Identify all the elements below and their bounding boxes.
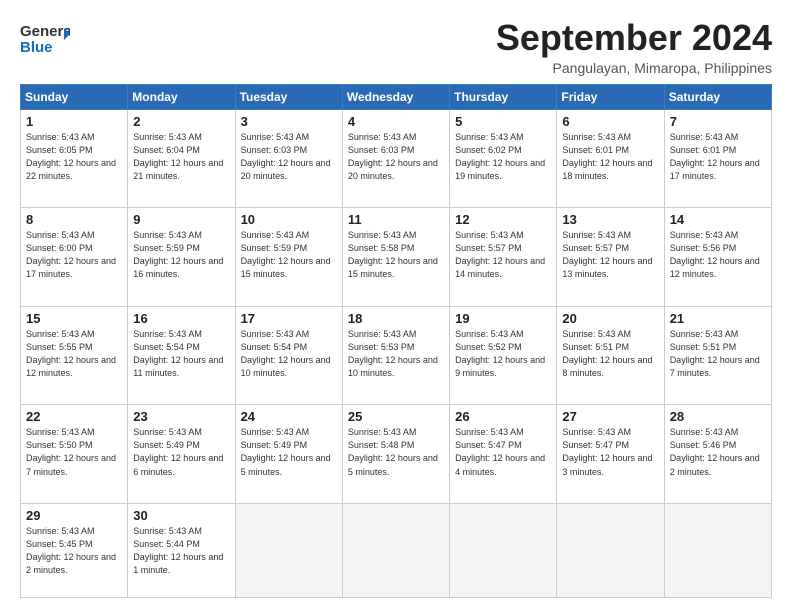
calendar-header-row: Sunday Monday Tuesday Wednesday Thursday… xyxy=(21,84,772,109)
logo-icon: General Blue xyxy=(20,18,70,58)
location-subtitle: Pangulayan, Mimaropa, Philippines xyxy=(496,60,772,76)
col-thursday: Thursday xyxy=(450,84,557,109)
table-row xyxy=(235,503,342,597)
table-row: 1Sunrise: 5:43 AMSunset: 6:05 PMDaylight… xyxy=(21,109,128,208)
table-row: 11Sunrise: 5:43 AMSunset: 5:58 PMDayligh… xyxy=(342,208,449,307)
table-row: 12Sunrise: 5:43 AMSunset: 5:57 PMDayligh… xyxy=(450,208,557,307)
table-row: 29Sunrise: 5:43 AMSunset: 5:45 PMDayligh… xyxy=(21,503,128,597)
col-wednesday: Wednesday xyxy=(342,84,449,109)
table-row: 18Sunrise: 5:43 AMSunset: 5:53 PMDayligh… xyxy=(342,306,449,405)
title-block: September 2024 Pangulayan, Mimaropa, Phi… xyxy=(496,18,772,76)
table-row: 2Sunrise: 5:43 AMSunset: 6:04 PMDaylight… xyxy=(128,109,235,208)
col-saturday: Saturday xyxy=(664,84,771,109)
svg-text:General: General xyxy=(20,23,70,40)
table-row: 22Sunrise: 5:43 AMSunset: 5:50 PMDayligh… xyxy=(21,405,128,504)
table-row: 3Sunrise: 5:43 AMSunset: 6:03 PMDaylight… xyxy=(235,109,342,208)
table-row: 14Sunrise: 5:43 AMSunset: 5:56 PMDayligh… xyxy=(664,208,771,307)
table-row: 4Sunrise: 5:43 AMSunset: 6:03 PMDaylight… xyxy=(342,109,449,208)
table-row: 13Sunrise: 5:43 AMSunset: 5:57 PMDayligh… xyxy=(557,208,664,307)
table-row: 6Sunrise: 5:43 AMSunset: 6:01 PMDaylight… xyxy=(557,109,664,208)
col-tuesday: Tuesday xyxy=(235,84,342,109)
table-row: 24Sunrise: 5:43 AMSunset: 5:49 PMDayligh… xyxy=(235,405,342,504)
table-row xyxy=(342,503,449,597)
table-row: 23Sunrise: 5:43 AMSunset: 5:49 PMDayligh… xyxy=(128,405,235,504)
month-title: September 2024 xyxy=(496,18,772,58)
table-row: 21Sunrise: 5:43 AMSunset: 5:51 PMDayligh… xyxy=(664,306,771,405)
col-sunday: Sunday xyxy=(21,84,128,109)
table-row: 9Sunrise: 5:43 AMSunset: 5:59 PMDaylight… xyxy=(128,208,235,307)
table-row: 30Sunrise: 5:43 AMSunset: 5:44 PMDayligh… xyxy=(128,503,235,597)
table-row: 20Sunrise: 5:43 AMSunset: 5:51 PMDayligh… xyxy=(557,306,664,405)
col-friday: Friday xyxy=(557,84,664,109)
table-row: 16Sunrise: 5:43 AMSunset: 5:54 PMDayligh… xyxy=(128,306,235,405)
table-row xyxy=(450,503,557,597)
header: General Blue September 2024 Pangulayan, … xyxy=(20,18,772,76)
table-row: 8Sunrise: 5:43 AMSunset: 6:00 PMDaylight… xyxy=(21,208,128,307)
table-row: 7Sunrise: 5:43 AMSunset: 6:01 PMDaylight… xyxy=(664,109,771,208)
table-row: 28Sunrise: 5:43 AMSunset: 5:46 PMDayligh… xyxy=(664,405,771,504)
table-row: 19Sunrise: 5:43 AMSunset: 5:52 PMDayligh… xyxy=(450,306,557,405)
page: General Blue September 2024 Pangulayan, … xyxy=(0,0,792,612)
table-row xyxy=(664,503,771,597)
table-row: 17Sunrise: 5:43 AMSunset: 5:54 PMDayligh… xyxy=(235,306,342,405)
table-row: 15Sunrise: 5:43 AMSunset: 5:55 PMDayligh… xyxy=(21,306,128,405)
table-row: 26Sunrise: 5:43 AMSunset: 5:47 PMDayligh… xyxy=(450,405,557,504)
logo: General Blue xyxy=(20,18,70,63)
col-monday: Monday xyxy=(128,84,235,109)
table-row: 5Sunrise: 5:43 AMSunset: 6:02 PMDaylight… xyxy=(450,109,557,208)
table-row: 10Sunrise: 5:43 AMSunset: 5:59 PMDayligh… xyxy=(235,208,342,307)
calendar-table: Sunday Monday Tuesday Wednesday Thursday… xyxy=(20,84,772,598)
table-row: 25Sunrise: 5:43 AMSunset: 5:48 PMDayligh… xyxy=(342,405,449,504)
table-row xyxy=(557,503,664,597)
svg-text:Blue: Blue xyxy=(20,39,53,56)
table-row: 27Sunrise: 5:43 AMSunset: 5:47 PMDayligh… xyxy=(557,405,664,504)
